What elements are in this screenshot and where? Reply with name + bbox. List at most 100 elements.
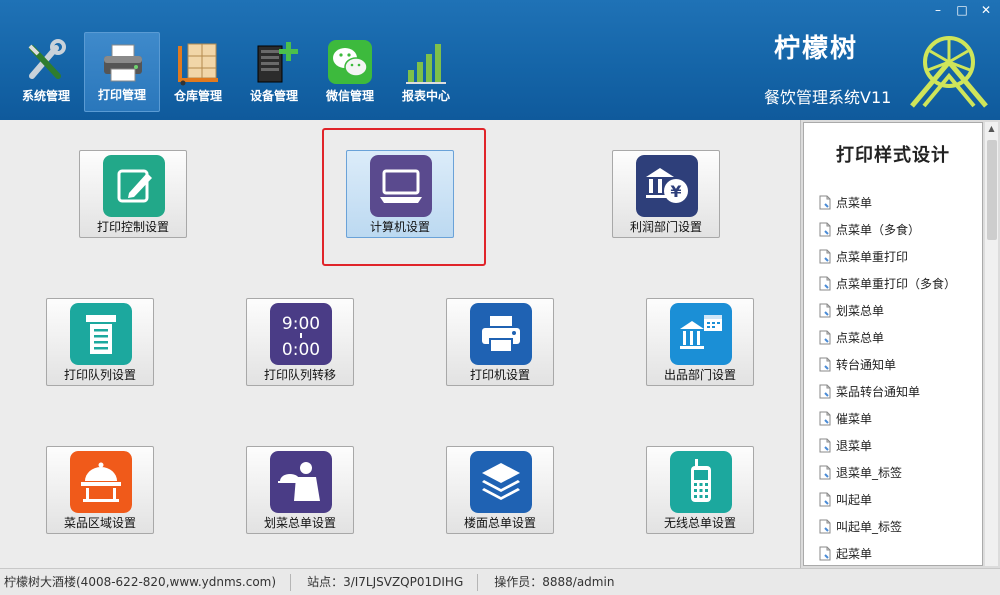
document-icon (819, 492, 831, 507)
print-style-item[interactable]: 点菜单重打印 (804, 243, 982, 270)
print-style-item[interactable]: 点菜单 (804, 189, 982, 216)
toolbar-label: 设备管理 (249, 89, 298, 103)
tile-wireless-summary-settings[interactable]: 无线总单设置 (646, 446, 754, 534)
food-cloche-icon (70, 451, 132, 513)
document-icon (819, 411, 831, 426)
toolbar-label: 报表中心 (401, 89, 450, 103)
print-style-panel: 打印样式设计 点菜单点菜单（多食） 点菜单重打印点菜单重打印（多食） 划菜总单 点菜总… (800, 120, 1000, 568)
print-style-item-label: 叫起单 (836, 492, 873, 507)
print-style-item-label: 退菜单_标签 (836, 465, 903, 480)
lemon-tree-logo-icon (910, 36, 988, 108)
print-style-item-label: 菜品转台通知单 (836, 384, 921, 399)
tile-label: 楼面总单设置 (463, 516, 536, 530)
wechat-icon (328, 40, 372, 84)
tile-label: 打印机设置 (469, 368, 530, 382)
status-bar: 柠檬树大酒楼(4008-622-820,www.ydnms.com) 站点：3/… (0, 568, 1000, 595)
printer-icon (104, 44, 142, 82)
print-style-item-label: 退菜单 (836, 438, 873, 453)
print-style-list: 点菜单点菜单（多食） 点菜单重打印点菜单重打印（多食） 划菜总单 点菜总单 转台通知单菜… (804, 189, 982, 565)
tile-printer-settings[interactable]: 打印机设置 (446, 298, 554, 386)
close-button[interactable]: ✕ (978, 2, 994, 18)
print-style-item[interactable]: 叫起单 (804, 486, 982, 513)
maximize-button[interactable]: □ (954, 2, 970, 18)
scroll-up-icon[interactable]: ▲ (985, 122, 998, 136)
edit-icon (103, 155, 165, 217)
tile-print-control-settings[interactable]: 打印控制设置 (79, 150, 187, 238)
print-style-item[interactable]: 点菜单（多食） (804, 216, 982, 243)
tile-label: 打印队列设置 (63, 368, 136, 382)
toolbar-report-center[interactable]: 报表中心 (388, 32, 464, 112)
tile-profit-department-settings[interactable]: ¥ 利润部门设置 (612, 150, 720, 238)
toolbar-print-management[interactable]: 打印管理 (84, 32, 160, 112)
print-style-item[interactable]: 点菜总单 (804, 324, 982, 351)
print-style-item[interactable]: 退菜单 (804, 432, 982, 459)
window-controls: – □ ✕ (930, 2, 994, 18)
main-toolbar: 系统管理 打印管理 仓库管理 设备管理 微信管理 报表中心 (8, 32, 464, 112)
tile-label: 出品部门设置 (663, 368, 736, 382)
warehouse-boxes-icon (178, 43, 218, 86)
status-company: 柠檬树大酒楼(4008-622-820,www.ydnms.com) (0, 573, 292, 591)
toolbar-system-management[interactable]: 系统管理 (8, 32, 84, 112)
tile-floor-summary-settings[interactable]: 楼面总单设置 (446, 446, 554, 534)
print-style-item[interactable]: 转台通知单 (804, 351, 982, 378)
tile-output-department-settings[interactable]: 出品部门设置 (646, 298, 754, 386)
selection-highlight-box (322, 128, 486, 266)
tile-label: 无线总单设置 (663, 516, 736, 530)
print-style-item[interactable]: 起菜单 (804, 540, 982, 565)
document-icon (819, 276, 831, 291)
main-area: 打印控制设置 计算机设置 ¥ 利润部门设置 打印队列设置 9:00 0:00 打… (0, 120, 800, 568)
print-style-item[interactable]: 菜品转台通知单 (804, 378, 982, 405)
scroll-thumb[interactable] (987, 140, 997, 240)
server-add-icon (257, 42, 298, 83)
bar-chart-icon (406, 44, 446, 84)
printer-icon (470, 303, 532, 365)
tile-label: 菜品区域设置 (63, 516, 136, 530)
mobile-phone-icon (670, 451, 732, 513)
waiter-icon (270, 451, 332, 513)
tile-dish-area-settings[interactable]: 菜品区域设置 (46, 446, 154, 534)
print-style-item-label: 点菜单重打印 (836, 249, 909, 264)
toolbar-device-management[interactable]: 设备管理 (236, 32, 312, 112)
print-style-item[interactable]: 退菜单_标签 (804, 459, 982, 486)
document-icon (819, 330, 831, 345)
title-bar: – □ ✕ 系统管理 打印管理 仓库管理 设备管理 微信管理 报表中心 柠檬树 … (0, 0, 1000, 120)
panel-scrollbar[interactable]: ▲ (984, 122, 998, 566)
document-icon (819, 519, 831, 534)
print-queue-icon (70, 303, 132, 365)
svg-text:¥: ¥ (670, 182, 681, 201)
print-style-item-label: 催菜单 (836, 411, 873, 426)
document-icon (819, 222, 831, 237)
svg-text:9:00: 9:00 (282, 314, 320, 334)
document-icon (819, 357, 831, 372)
print-style-item[interactable]: 点菜单重打印（多食） (804, 270, 982, 297)
document-icon (819, 195, 831, 210)
document-icon (819, 249, 831, 264)
svg-text:0:00: 0:00 (282, 340, 320, 360)
department-calendar-icon (670, 303, 732, 365)
document-icon (819, 546, 831, 561)
status-operator: 操作员：8888/admin (494, 574, 615, 589)
toolbar-label: 微信管理 (325, 89, 374, 103)
print-style-item-label: 点菜单（多食） (836, 222, 921, 237)
brand-subtitle: 餐饮管理系统V11 (764, 88, 892, 107)
toolbar-label: 仓库管理 (173, 89, 222, 103)
document-icon (819, 384, 831, 399)
print-style-item[interactable]: 催菜单 (804, 405, 982, 432)
print-style-item-label: 点菜单重打印（多食） (836, 276, 957, 291)
toolbar-warehouse-management[interactable]: 仓库管理 (160, 32, 236, 112)
minimize-button[interactable]: – (930, 2, 946, 18)
clock-display-icon: 9:00 0:00 (270, 303, 332, 365)
document-icon (819, 303, 831, 318)
document-icon (819, 438, 831, 453)
toolbar-label: 系统管理 (21, 89, 70, 103)
panel-title: 打印样式设计 (836, 145, 950, 166)
tile-print-queue-transfer[interactable]: 9:00 0:00 打印队列转移 (246, 298, 354, 386)
print-style-item[interactable]: 叫起单_标签 (804, 513, 982, 540)
brand-title: 柠檬树 (774, 34, 859, 64)
tile-serving-summary-settings[interactable]: 划菜总单设置 (246, 446, 354, 534)
print-style-item-label: 起菜单 (836, 546, 873, 561)
toolbar-wechat-management[interactable]: 微信管理 (312, 32, 388, 112)
tile-print-queue-settings[interactable]: 打印队列设置 (46, 298, 154, 386)
print-style-item[interactable]: 划菜总单 (804, 297, 982, 324)
tile-label: 划菜总单设置 (263, 516, 336, 530)
